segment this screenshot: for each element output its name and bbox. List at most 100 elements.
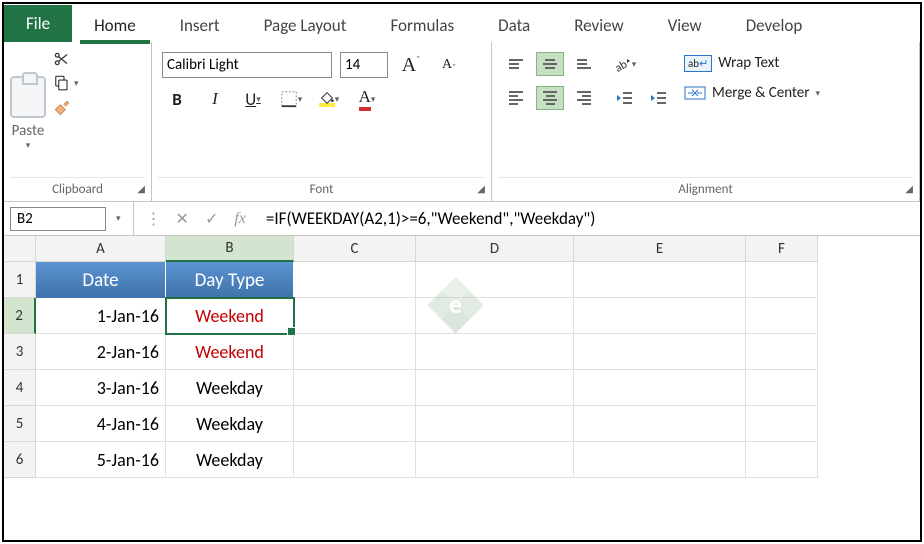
format-painter-button[interactable]	[52, 98, 79, 118]
cell-F2[interactable]	[746, 298, 818, 334]
copy-button[interactable]: ▾	[52, 74, 79, 92]
cell-A3[interactable]: 2-Jan-16	[36, 334, 166, 370]
underline-button[interactable]: U ▾	[238, 86, 268, 112]
cancel-formula-button[interactable]: ✕	[176, 209, 189, 229]
cell-C1[interactable]	[294, 262, 416, 298]
cell-A5[interactable]: 4-Jan-16	[36, 406, 166, 442]
cell-A4[interactable]: 3-Jan-16	[36, 370, 166, 406]
enter-formula-button[interactable]: ✓	[205, 209, 218, 229]
cell-F6[interactable]	[746, 442, 818, 478]
select-all-corner[interactable]	[4, 236, 36, 262]
insert-function-button[interactable]: fx	[234, 210, 246, 228]
col-header-D[interactable]: D	[416, 236, 574, 262]
decrease-font-button[interactable]: Aˇ	[434, 52, 464, 78]
dialog-launcher-icon[interactable]: ◢	[905, 182, 913, 195]
clipboard-icon	[10, 76, 46, 118]
bold-button[interactable]: B	[162, 86, 192, 112]
borders-button[interactable]: ▾	[276, 86, 306, 112]
cell-C6[interactable]	[294, 442, 416, 478]
col-header-E[interactable]: E	[574, 236, 746, 262]
cell-D4[interactable]	[416, 370, 574, 406]
italic-button[interactable]: I	[200, 86, 230, 112]
cell-C3[interactable]	[294, 334, 416, 370]
font-color-button[interactable]: A ▾	[352, 86, 382, 112]
cell-F1[interactable]	[746, 262, 818, 298]
row-header-5[interactable]: 5	[4, 406, 36, 442]
group-label-font: Font	[158, 177, 485, 201]
group-label-clipboard: Clipboard	[10, 177, 145, 201]
cell-E2[interactable]	[574, 298, 746, 334]
tab-data[interactable]: Data	[476, 7, 552, 42]
cell-D2[interactable]	[416, 298, 574, 334]
cell-B5[interactable]: Weekday	[166, 406, 294, 442]
align-left-button[interactable]	[502, 86, 530, 110]
paste-button[interactable]: Paste ▾	[10, 48, 46, 177]
row-header-1[interactable]: 1	[4, 262, 36, 298]
col-header-C[interactable]: C	[294, 236, 416, 262]
cell-D1[interactable]	[416, 262, 574, 298]
cell-E6[interactable]	[574, 442, 746, 478]
tab-view[interactable]: View	[646, 7, 724, 42]
cell-C5[interactable]	[294, 406, 416, 442]
cell-A6[interactable]: 5-Jan-16	[36, 442, 166, 478]
tab-formulas[interactable]: Formulas	[368, 7, 476, 42]
tab-home[interactable]: Home	[72, 7, 158, 42]
col-header-A[interactable]: A	[36, 236, 166, 262]
cell-E4[interactable]	[574, 370, 746, 406]
copy-icon	[52, 74, 70, 92]
row-header-2[interactable]: 2	[4, 298, 36, 334]
font-size-combo[interactable]	[340, 52, 388, 78]
row-header-3[interactable]: 3	[4, 334, 36, 370]
tab-developer[interactable]: Develop	[724, 7, 825, 42]
merge-center-button[interactable]: Merge & Center ▾	[684, 84, 820, 102]
dialog-launcher-icon[interactable]: ◢	[477, 182, 485, 195]
chevron-down-icon: ▾	[335, 94, 340, 105]
dialog-launcher-icon[interactable]: ◢	[137, 182, 145, 195]
col-header-B[interactable]: B	[166, 236, 294, 262]
cell-B6[interactable]: Weekday	[166, 442, 294, 478]
tab-page-layout[interactable]: Page Layout	[242, 7, 369, 42]
cut-button[interactable]	[52, 50, 79, 68]
tab-file[interactable]: File	[4, 5, 72, 42]
cell-E3[interactable]	[574, 334, 746, 370]
orientation-button[interactable]: ab ▾	[610, 52, 638, 76]
align-bottom-button[interactable]	[570, 52, 598, 76]
cell-A1[interactable]: Date	[36, 262, 166, 298]
cell-B3[interactable]: Weekend	[166, 334, 294, 370]
cell-D6[interactable]	[416, 442, 574, 478]
chevron-down-icon: ▾	[256, 94, 261, 105]
tab-review[interactable]: Review	[552, 7, 645, 42]
tab-insert[interactable]: Insert	[158, 7, 242, 42]
cell-D3[interactable]	[416, 334, 574, 370]
font-name-combo[interactable]	[162, 52, 332, 78]
cell-B2[interactable]: Weekend	[166, 298, 294, 334]
align-top-button[interactable]	[502, 52, 530, 76]
formula-more-icon[interactable]: ⋮	[146, 209, 160, 229]
cell-E5[interactable]	[574, 406, 746, 442]
name-box[interactable]	[10, 207, 106, 231]
wrap-text-button[interactable]: ab↵ Wrap Text	[684, 54, 820, 72]
cell-E1[interactable]	[574, 262, 746, 298]
formula-input[interactable]	[258, 202, 920, 235]
fill-color-button[interactable]: ▾	[314, 86, 344, 112]
cell-C4[interactable]	[294, 370, 416, 406]
cell-B1[interactable]: Day Type	[166, 262, 294, 298]
row-header-4[interactable]: 4	[4, 370, 36, 406]
chevron-down-icon[interactable]: ▾	[110, 213, 127, 224]
indent-increase-icon	[648, 89, 668, 107]
align-right-button[interactable]	[570, 86, 598, 110]
increase-indent-button[interactable]	[644, 86, 672, 110]
align-center-button[interactable]	[536, 86, 564, 110]
increase-font-button[interactable]: Aˆ	[396, 52, 426, 78]
decrease-indent-button[interactable]	[610, 86, 638, 110]
cell-B4[interactable]: Weekday	[166, 370, 294, 406]
cell-D5[interactable]	[416, 406, 574, 442]
cell-F4[interactable]	[746, 370, 818, 406]
row-header-6[interactable]: 6	[4, 442, 36, 478]
cell-C2[interactable]	[294, 298, 416, 334]
align-middle-button[interactable]	[536, 52, 564, 76]
col-header-F[interactable]: F	[746, 236, 818, 262]
cell-F3[interactable]	[746, 334, 818, 370]
cell-F5[interactable]	[746, 406, 818, 442]
cell-A2[interactable]: 1-Jan-16	[36, 298, 166, 334]
